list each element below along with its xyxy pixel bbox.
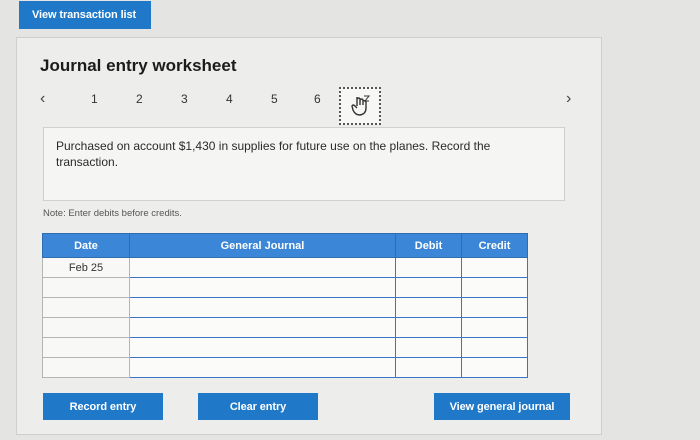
view-transaction-list-button[interactable]: View transaction list xyxy=(19,1,151,29)
transaction-description: Purchased on account $1,430 in supplies … xyxy=(43,127,565,201)
chevron-left-icon[interactable]: ‹ xyxy=(40,90,45,108)
credit-input[interactable] xyxy=(461,357,528,378)
account-select[interactable] xyxy=(129,317,396,338)
date-cell xyxy=(42,357,130,378)
table-row xyxy=(42,337,528,358)
debit-input[interactable] xyxy=(395,357,462,378)
page-4[interactable]: 4 xyxy=(226,92,233,106)
worksheet-title: Journal entry worksheet xyxy=(40,56,237,75)
table-row xyxy=(42,297,528,318)
table-row xyxy=(42,357,528,378)
account-select[interactable] xyxy=(129,297,396,318)
journal-table: Date General Journal Debit Credit Feb 25 xyxy=(42,233,528,378)
debit-input[interactable] xyxy=(395,277,462,298)
debit-input[interactable] xyxy=(395,297,462,318)
date-cell: Feb 25 xyxy=(42,257,130,278)
page-5[interactable]: 5 xyxy=(271,92,278,106)
debit-input[interactable] xyxy=(395,337,462,358)
date-cell xyxy=(42,297,130,318)
credit-input[interactable] xyxy=(461,277,528,298)
clear-entry-button[interactable]: Clear entry xyxy=(198,393,318,420)
table-row: Feb 25 xyxy=(42,257,528,278)
page-3[interactable]: 3 xyxy=(181,92,188,106)
table-row xyxy=(42,317,528,338)
credit-input[interactable] xyxy=(461,297,528,318)
general-journal-column-header: General Journal xyxy=(129,233,396,258)
current-task-tab[interactable] xyxy=(339,87,381,125)
page-6[interactable]: 6 xyxy=(314,92,321,106)
credit-input[interactable] xyxy=(461,257,528,278)
credit-column-header: Credit xyxy=(461,233,528,258)
debit-input[interactable] xyxy=(395,317,462,338)
account-select[interactable] xyxy=(129,277,396,298)
chevron-right-icon[interactable]: › xyxy=(566,90,571,108)
credit-input[interactable] xyxy=(461,337,528,358)
date-cell xyxy=(42,337,130,358)
pointer-hand-icon xyxy=(351,95,371,116)
debit-input[interactable] xyxy=(395,257,462,278)
account-select[interactable] xyxy=(129,337,396,358)
record-entry-button[interactable]: Record entry xyxy=(43,393,163,420)
view-general-journal-button[interactable]: View general journal xyxy=(434,393,570,420)
table-row xyxy=(42,277,528,298)
credit-input[interactable] xyxy=(461,317,528,338)
account-select[interactable] xyxy=(129,257,396,278)
account-select[interactable] xyxy=(129,357,396,378)
date-cell xyxy=(42,317,130,338)
debit-column-header: Debit xyxy=(395,233,462,258)
page-1[interactable]: 1 xyxy=(91,92,98,106)
date-cell xyxy=(42,277,130,298)
note-text: Note: Enter debits before credits. xyxy=(43,208,182,219)
page-2[interactable]: 2 xyxy=(136,92,143,106)
date-column-header: Date xyxy=(42,233,130,258)
